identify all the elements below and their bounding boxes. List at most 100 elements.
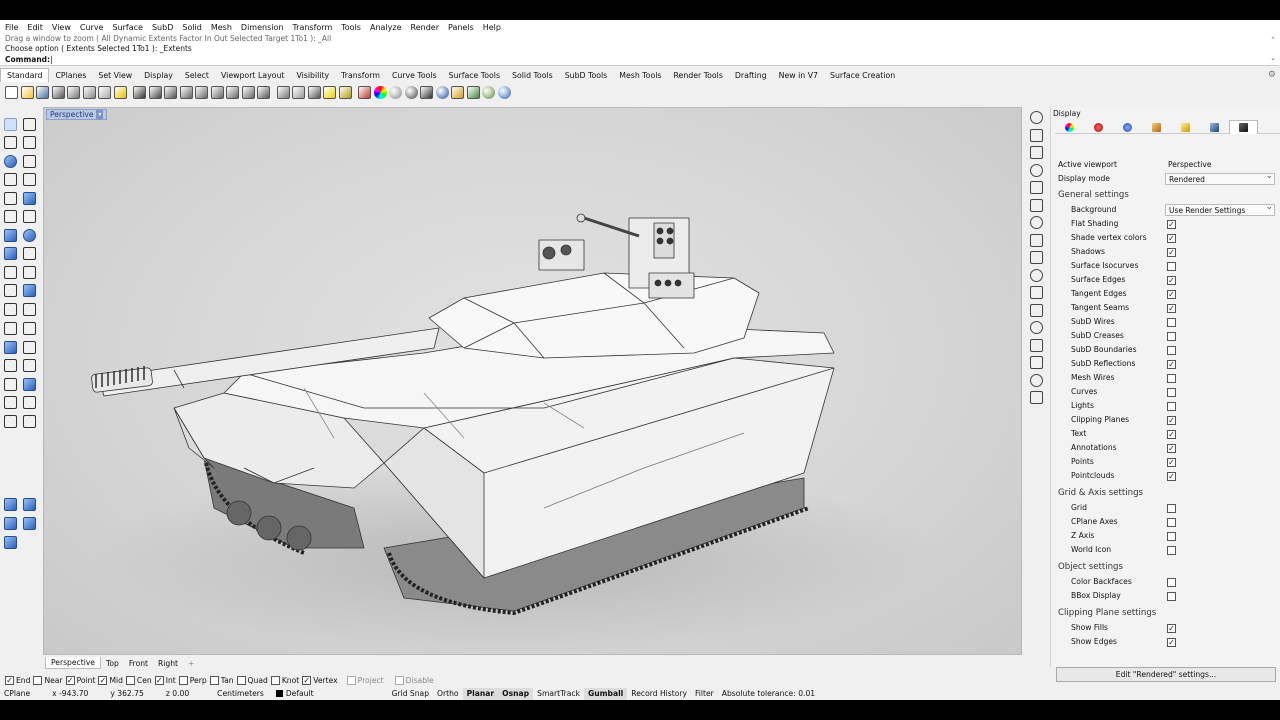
osnap-int[interactable]: ✓ Int xyxy=(154,676,176,685)
osnap-vertex-checkbox[interactable]: ✓ xyxy=(302,676,312,685)
surface-edges-checkbox[interactable]: ✓ xyxy=(1167,276,1176,285)
bracket-icon[interactable] xyxy=(1030,338,1043,352)
paste-icon[interactable] xyxy=(113,85,127,99)
menu-analyze[interactable]: Analyze xyxy=(365,20,406,36)
rectangle-icon[interactable] xyxy=(23,173,36,186)
osnap-project[interactable]: Project xyxy=(346,676,384,685)
ghosted-icon[interactable] xyxy=(420,85,433,99)
cplane-icon[interactable] xyxy=(292,85,305,99)
cursor-options-icon[interactable] xyxy=(451,85,464,99)
car-icon[interactable] xyxy=(276,85,290,99)
circle-edit-icon[interactable] xyxy=(1030,146,1043,159)
osnap-disable-checkbox[interactable] xyxy=(394,676,404,685)
osnap-mid-checkbox[interactable]: ✓ xyxy=(98,676,108,685)
print-icon[interactable] xyxy=(51,85,65,99)
save-icon[interactable] xyxy=(36,85,49,99)
tab-new-in-v7[interactable]: New in V7 xyxy=(773,69,824,82)
curve-connect-icon[interactable] xyxy=(1030,286,1043,299)
surface-edit-icon[interactable] xyxy=(1030,128,1043,142)
viewport-tab-front[interactable]: Front xyxy=(124,658,153,669)
osnap-near[interactable]: Near xyxy=(33,676,63,685)
flat-shading-checkbox[interactable]: ✓ xyxy=(1167,220,1176,229)
menu-panels[interactable]: Panels xyxy=(443,20,478,36)
surface-isocurves-checkbox[interactable] xyxy=(1167,262,1176,271)
osnap-toggle[interactable]: Osnap xyxy=(498,687,534,700)
grasshopper-icon[interactable] xyxy=(482,85,495,99)
osnap-perp-checkbox[interactable] xyxy=(178,676,188,685)
view-cube-icon[interactable] xyxy=(4,498,17,511)
points-checkbox[interactable]: ✓ xyxy=(1167,458,1176,467)
cplane-axes-checkbox[interactable] xyxy=(1167,518,1176,527)
tab-mesh-tools[interactable]: Mesh Tools xyxy=(613,69,667,82)
shade-vertex-colors-checkbox[interactable]: ✓ xyxy=(1167,234,1176,243)
point-icon[interactable] xyxy=(23,118,36,131)
osnap-int-checkbox[interactable]: ✓ xyxy=(154,676,164,685)
planar-toggle[interactable]: Planar xyxy=(462,687,499,700)
units-label[interactable]: Centimeters xyxy=(213,688,268,700)
zoom-icon[interactable] xyxy=(179,85,193,99)
ellipse-icon[interactable] xyxy=(4,173,17,186)
curve-icon[interactable] xyxy=(23,136,36,149)
viewport-layout-icon[interactable] xyxy=(257,85,270,99)
annotations-checkbox[interactable]: ✓ xyxy=(1167,444,1176,453)
tab-set-view[interactable]: Set View xyxy=(92,69,138,82)
panel-tab-render-settings[interactable] xyxy=(1200,120,1229,134)
copy-icon[interactable] xyxy=(98,85,111,99)
text-icon[interactable] xyxy=(23,378,36,391)
tab-transform[interactable]: Transform xyxy=(335,69,386,82)
world-icon-checkbox[interactable] xyxy=(1167,546,1176,555)
grid-checkbox[interactable] xyxy=(1167,504,1176,513)
gumball-toggle[interactable]: Gumball xyxy=(583,687,628,700)
show-edges-checkbox[interactable]: ✓ xyxy=(1167,638,1176,647)
bbox-display-checkbox[interactable] xyxy=(1167,592,1176,601)
menu-help[interactable]: Help xyxy=(478,20,505,36)
arc-icon[interactable] xyxy=(23,155,36,168)
offset-icon[interactable] xyxy=(23,284,36,297)
background-select[interactable]: Use Render Settings xyxy=(1165,202,1275,216)
undo-icon[interactable] xyxy=(133,85,146,99)
surface-icon[interactable] xyxy=(4,210,17,223)
mesh-wires-checkbox[interactable] xyxy=(1167,374,1176,383)
viewport-tab-right[interactable]: Right xyxy=(153,658,183,669)
open-icon[interactable] xyxy=(20,85,34,99)
osnap-vertex[interactable]: ✓ Vertex xyxy=(302,676,338,685)
tab-drafting[interactable]: Drafting xyxy=(729,69,773,82)
array-icon[interactable] xyxy=(4,378,17,391)
rendered-sphere-icon[interactable] xyxy=(435,85,449,99)
box-edit-icon[interactable] xyxy=(1030,111,1043,124)
boolean-icon[interactable] xyxy=(4,284,17,297)
subd-boundaries-checkbox[interactable] xyxy=(1167,346,1176,355)
osnap-perp[interactable]: Perp xyxy=(178,676,207,685)
zoom-extents-icon[interactable] xyxy=(210,85,224,99)
viewport-tab-top[interactable]: Top xyxy=(101,658,124,669)
tab-surface-creation[interactable]: Surface Creation xyxy=(824,69,901,82)
subd-creases-checkbox[interactable] xyxy=(1167,332,1176,341)
viewport-tab-perspective[interactable]: Perspective xyxy=(45,657,101,669)
zoom-selected-icon[interactable] xyxy=(226,85,239,99)
rotate-icon[interactable] xyxy=(23,341,36,354)
loop-icon[interactable] xyxy=(1030,198,1043,212)
spiral-icon[interactable] xyxy=(1030,356,1043,369)
color-backfaces-checkbox[interactable] xyxy=(1167,578,1176,587)
osnap-cen-checkbox[interactable] xyxy=(125,676,135,685)
osnap-end[interactable]: ✓ End xyxy=(5,676,30,685)
s-curve-icon[interactable] xyxy=(1030,303,1043,317)
mirror-icon[interactable] xyxy=(23,359,36,372)
osnap-cen[interactable]: Cen xyxy=(125,676,152,685)
move-icon[interactable] xyxy=(4,341,17,354)
color-wheel-icon[interactable] xyxy=(373,85,387,99)
sphere-edit-icon[interactable] xyxy=(1030,181,1043,194)
command-prompt[interactable]: Command:| xyxy=(5,55,53,64)
osnap-tan[interactable]: Tan xyxy=(209,676,234,685)
subd-reflections-checkbox[interactable]: ✓ xyxy=(1167,360,1176,369)
explode-icon[interactable] xyxy=(23,303,36,316)
import-icon[interactable] xyxy=(67,85,80,99)
panel-tab-display-monitor[interactable] xyxy=(1229,120,1258,134)
polygon-icon[interactable] xyxy=(4,192,17,205)
perspective-viewport[interactable]: Perspective ▾ xyxy=(43,107,1022,655)
z-axis-checkbox[interactable] xyxy=(1167,532,1176,541)
fillet-icon[interactable] xyxy=(23,192,36,205)
command-scrollbar[interactable]: ⌃ ⌄ xyxy=(1268,36,1278,66)
group-icon[interactable] xyxy=(23,415,36,428)
osnap-disable[interactable]: Disable xyxy=(394,676,434,685)
